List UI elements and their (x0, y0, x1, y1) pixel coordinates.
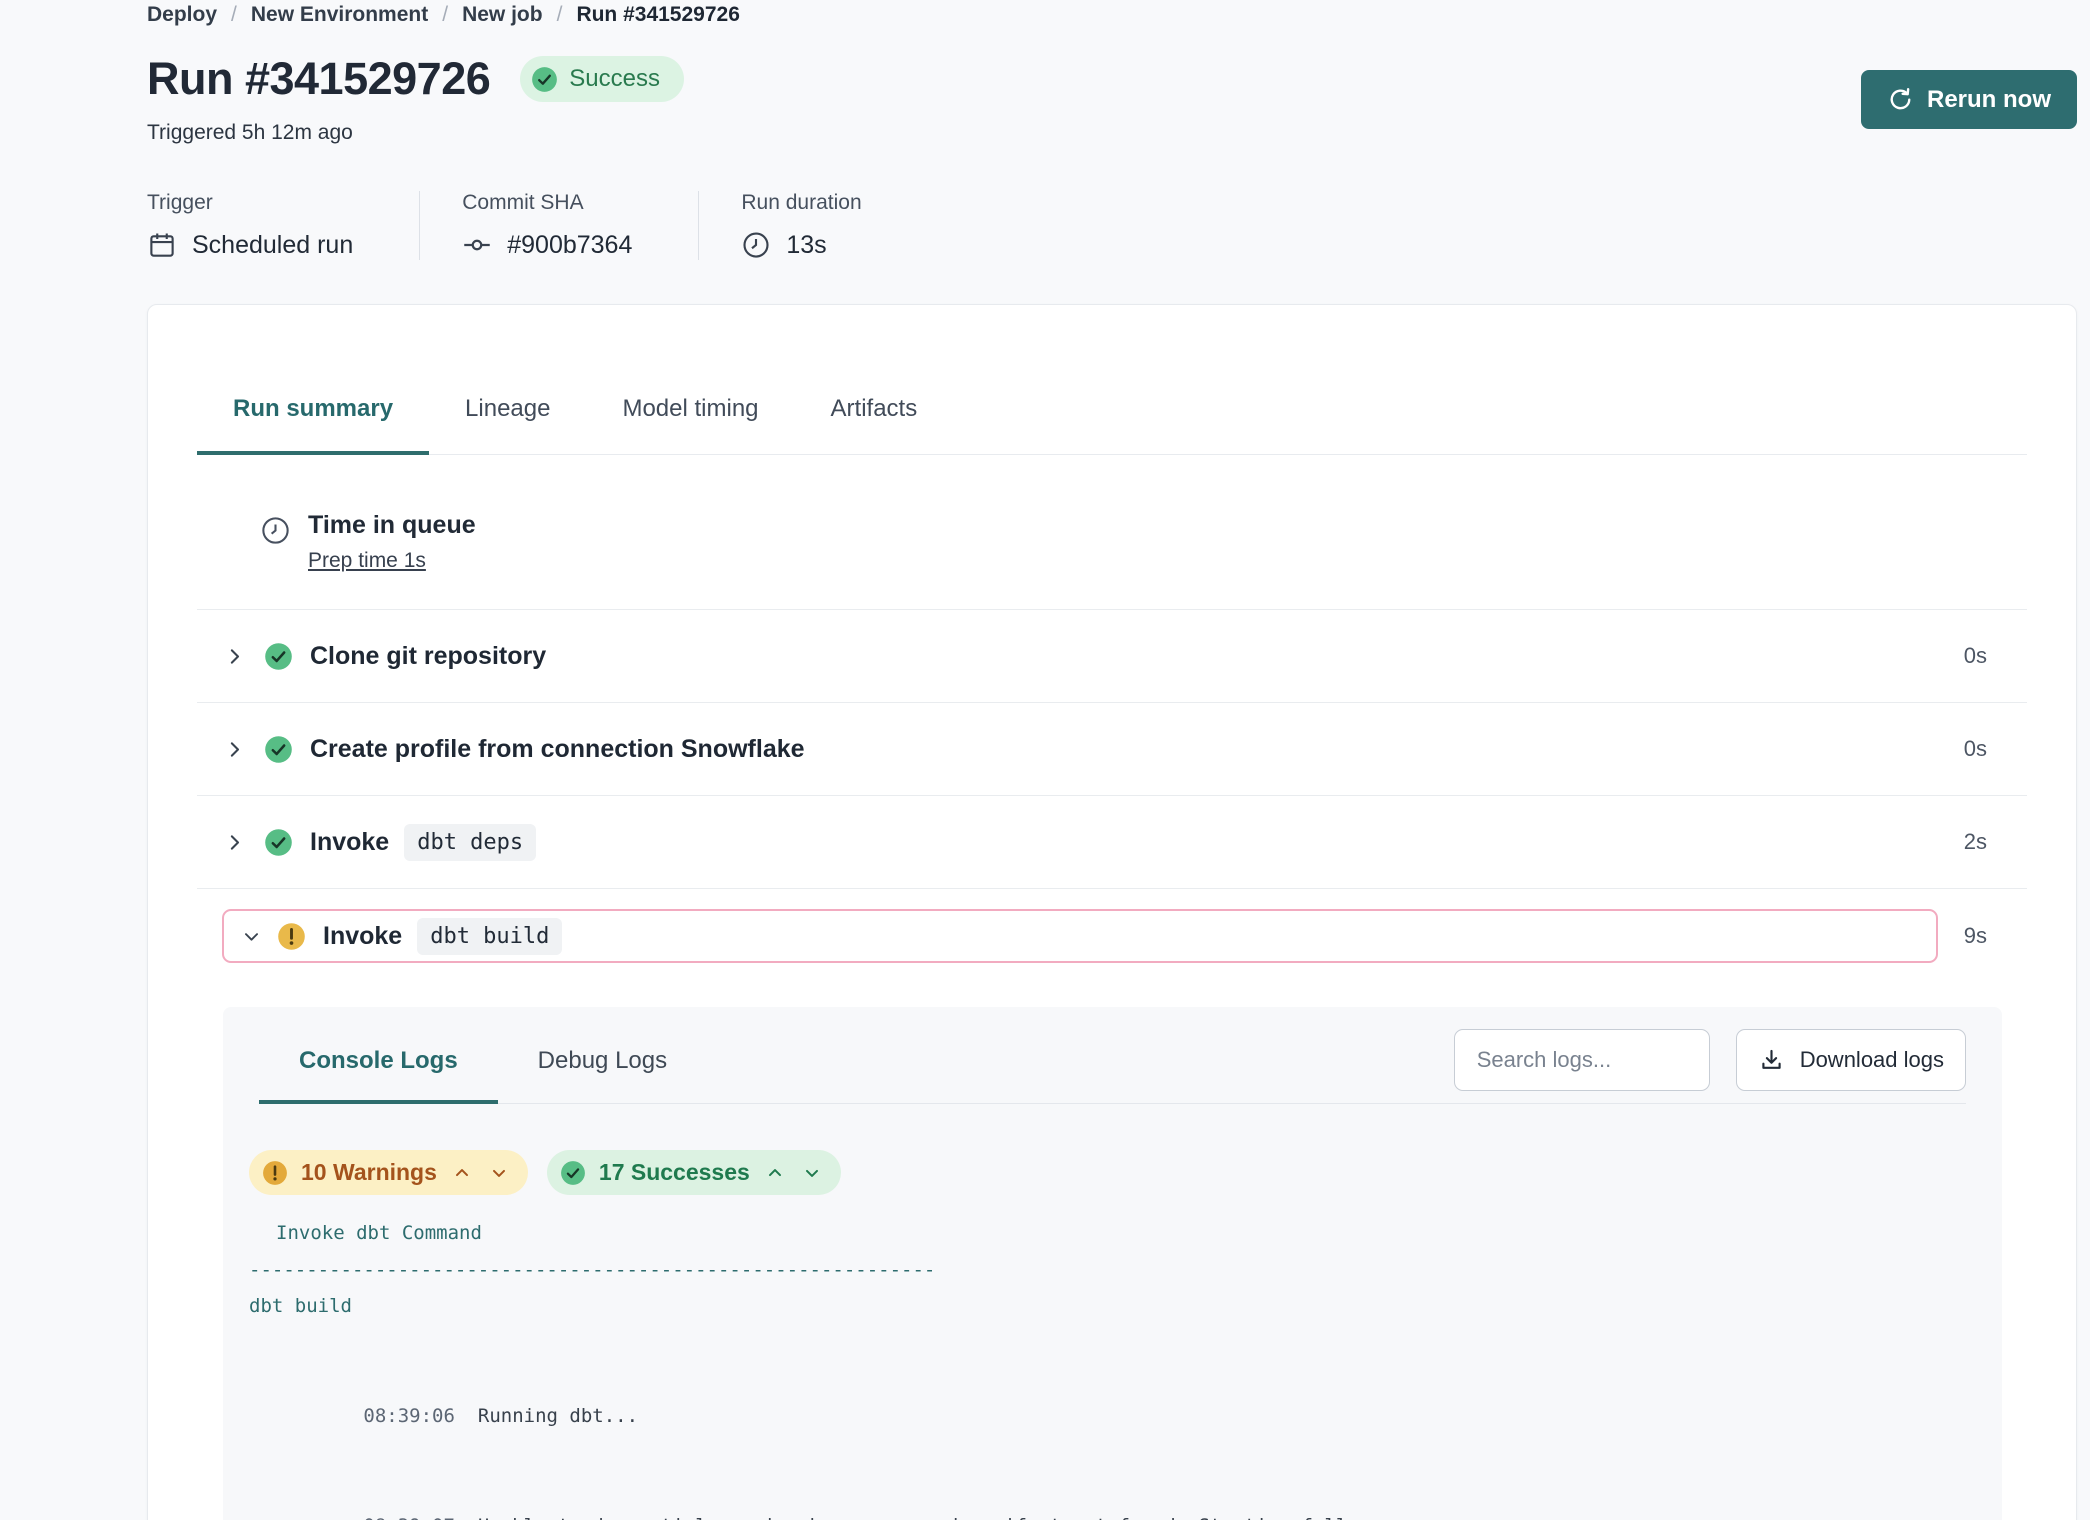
search-logs-input[interactable] (1454, 1029, 1710, 1091)
log-message: Running dbt... (478, 1405, 638, 1427)
successes-filter-badge[interactable]: 17 Successes (547, 1150, 841, 1195)
log-filter-badges: 10 Warnings 17 Successes (223, 1104, 2002, 1195)
check-circle-icon (560, 1160, 586, 1186)
run-summary-card: Run summary Lineage Model timing Artifac… (147, 304, 2077, 1520)
log-command-header: Invoke dbt Command (246, 1215, 1973, 1252)
step-duration: 0s (1964, 643, 1987, 669)
chevron-right-icon[interactable] (224, 832, 245, 853)
title-block: Run #341529726 Success Triggered 5h 12m … (147, 53, 684, 145)
meta-trigger-value: Scheduled run (192, 231, 353, 260)
step-duration: 0s (1964, 736, 1987, 762)
run-meta-row: Trigger Scheduled run Commit SHA #900b73… (147, 191, 2077, 260)
check-circle-icon (264, 828, 293, 857)
log-command: dbt build (246, 1288, 1973, 1325)
log-line: 08:39:07 Unable to do partial parsing bec… (246, 1471, 1973, 1520)
step-title: Create profile from connection Snowflake (310, 735, 805, 764)
step-clone-git-repository[interactable]: Clone git repository 0s (197, 610, 2027, 702)
status-badge-label: Success (569, 65, 660, 93)
run-detail-page: Deploy / New Environment / New job / Run… (0, 0, 2090, 1520)
logs-header: Console Logs Debug Logs Download logs (259, 1007, 1966, 1104)
chevron-up-icon[interactable] (763, 1161, 787, 1185)
chevron-right-icon[interactable] (224, 646, 245, 667)
chevron-down-icon[interactable] (242, 927, 261, 946)
time-in-queue-title: Time in queue (308, 511, 476, 540)
chevron-down-icon[interactable] (800, 1161, 824, 1185)
breadcrumb-separator: / (557, 3, 563, 27)
meta-duration-value: 13s (786, 231, 826, 260)
step-invoke-dbt-build: Invoke dbt build 9s (197, 889, 2027, 983)
calendar-icon (147, 230, 177, 260)
meta-duration: Run duration 13s (698, 191, 927, 260)
step-command-chip: dbt build (417, 918, 562, 955)
warning-circle-icon (277, 922, 306, 951)
warning-circle-icon (262, 1160, 288, 1186)
step-title: Clone git repository (310, 642, 546, 671)
logs-tabs: Console Logs Debug Logs (259, 1007, 707, 1103)
refresh-icon (1887, 86, 1914, 113)
tab-lineage[interactable]: Lineage (429, 395, 586, 455)
log-separator-line: ----------------------------------------… (246, 1252, 1973, 1289)
step-invoke-dbt-build-header[interactable]: Invoke dbt build (222, 909, 1938, 963)
step-duration: 9s (1964, 923, 1987, 949)
step-title: Invoke (310, 828, 389, 857)
warnings-filter-badge[interactable]: 10 Warnings (249, 1150, 528, 1195)
log-timestamp: 08:39:06 (363, 1405, 455, 1427)
meta-commit-value: #900b7364 (507, 231, 632, 260)
log-blank-line (246, 1325, 1973, 1362)
tab-run-summary[interactable]: Run summary (197, 395, 429, 455)
step-invoke-dbt-deps[interactable]: Invoke dbt deps 2s (197, 796, 2027, 888)
step-command-chip: dbt deps (404, 824, 536, 861)
breadcrumb-new-environment[interactable]: New Environment (251, 3, 428, 27)
step-duration: 2s (1964, 829, 1987, 855)
download-logs-label: Download logs (1800, 1047, 1944, 1073)
check-circle-icon (264, 735, 293, 764)
logs-panel: Console Logs Debug Logs Download logs (223, 1007, 2002, 1520)
meta-commit: Commit SHA #900b7364 (419, 191, 698, 260)
breadcrumb-deploy[interactable]: Deploy (147, 3, 217, 27)
meta-trigger-label: Trigger (147, 191, 353, 215)
tab-debug-logs[interactable]: Debug Logs (498, 1007, 707, 1104)
log-timestamp: 08:39:07 (363, 1515, 455, 1520)
step-title: Invoke (323, 922, 402, 951)
page-header: Run #341529726 Success Triggered 5h 12m … (147, 53, 2077, 145)
chevron-down-icon[interactable] (487, 1161, 511, 1185)
breadcrumb: Deploy / New Environment / New job / Run… (147, 3, 2077, 27)
successes-count-label: 17 Successes (599, 1159, 750, 1186)
chevron-up-icon[interactable] (450, 1161, 474, 1185)
logs-controls: Download logs (1454, 1029, 1966, 1091)
check-circle-icon (531, 66, 558, 93)
meta-duration-label: Run duration (741, 191, 861, 215)
breadcrumb-current-run: Run #341529726 (576, 3, 739, 27)
breadcrumb-separator: / (442, 3, 448, 27)
commit-icon (462, 230, 492, 260)
breadcrumb-separator: / (231, 3, 237, 27)
page-title: Run #341529726 (147, 53, 490, 105)
chevron-right-icon[interactable] (224, 739, 245, 760)
log-message: Unable to do partial parsing because sav… (478, 1515, 1427, 1520)
meta-trigger: Trigger Scheduled run (147, 191, 419, 260)
time-in-queue-section: Time in queue Prep time 1s (197, 455, 2027, 609)
rerun-now-button[interactable]: Rerun now (1861, 70, 2077, 129)
breadcrumb-new-job[interactable]: New job (462, 3, 543, 27)
run-tabs: Run summary Lineage Model timing Artifac… (197, 395, 2027, 455)
meta-commit-label: Commit SHA (462, 191, 632, 215)
console-log-output: Invoke dbt Command ---------------------… (246, 1215, 1973, 1520)
prep-time-link[interactable]: Prep time 1s (308, 549, 426, 573)
download-logs-button[interactable]: Download logs (1736, 1029, 1966, 1091)
tab-artifacts[interactable]: Artifacts (795, 395, 954, 455)
clock-icon (741, 230, 771, 260)
download-icon (1758, 1047, 1785, 1074)
rerun-now-label: Rerun now (1927, 86, 2051, 114)
check-circle-icon (264, 642, 293, 671)
warnings-count-label: 10 Warnings (301, 1159, 437, 1186)
step-create-profile-snowflake[interactable]: Create profile from connection Snowflake… (197, 703, 2027, 795)
tab-console-logs[interactable]: Console Logs (259, 1007, 498, 1104)
status-badge: Success (520, 56, 684, 102)
triggered-timestamp: Triggered 5h 12m ago (147, 121, 684, 145)
log-line: 08:39:06 Running dbt... (246, 1362, 1973, 1472)
tab-model-timing[interactable]: Model timing (586, 395, 794, 455)
clock-icon (260, 515, 291, 573)
